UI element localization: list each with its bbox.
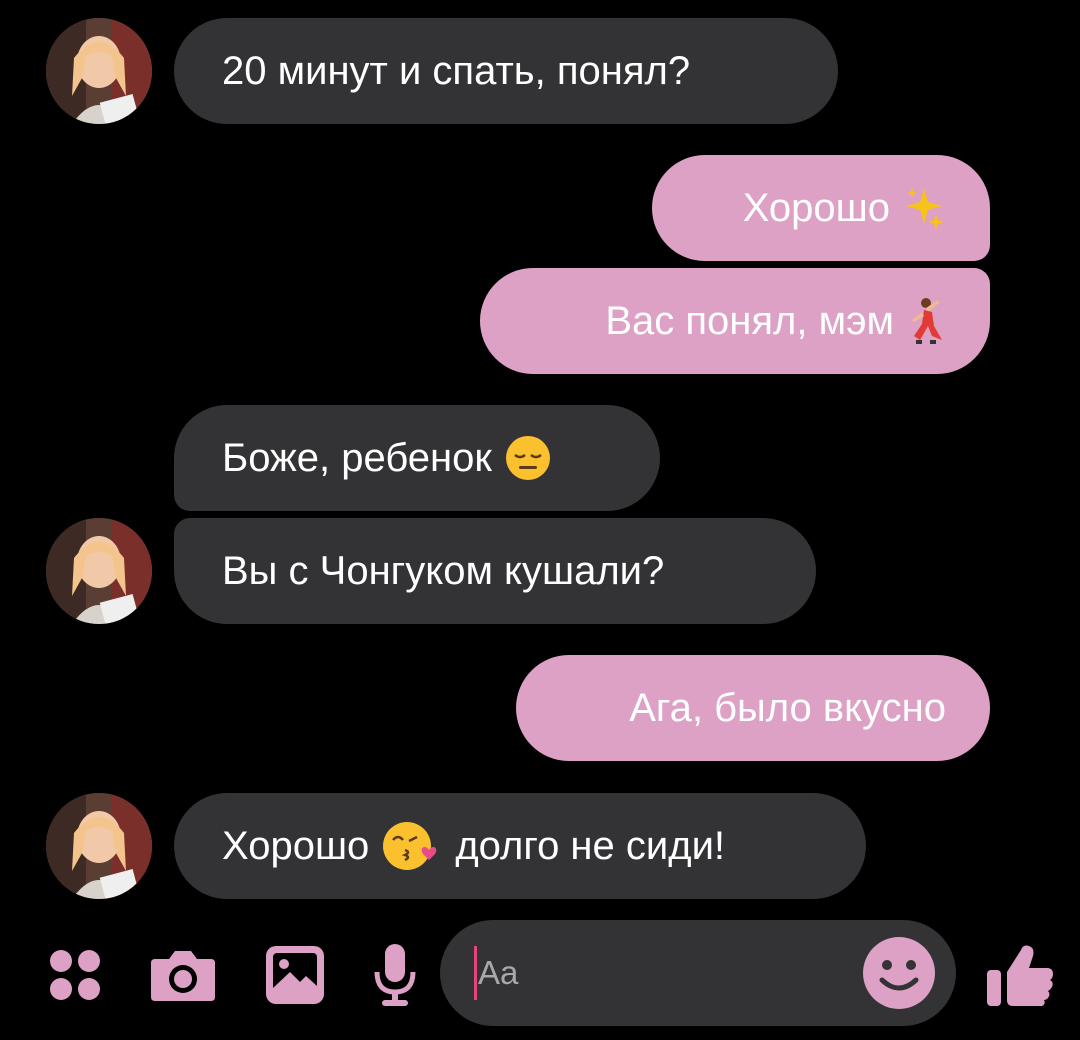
message-text: Вас понял, мэм [605,298,894,343]
message-bubble-incoming[interactable]: Боже, ребенок [174,405,660,511]
message-text: Боже, ребенок [222,435,492,480]
message-bubble-outgoing[interactable]: Ага, было вкусно [516,655,990,761]
message-bubble-incoming[interactable]: 20 минут и спать, понял? [174,18,838,124]
expressionless-face-icon [504,434,552,482]
camera-button[interactable] [148,940,218,1010]
message-text: 20 минут и спать, понял? [222,48,691,93]
avatar-photo [46,793,152,899]
contact-avatar[interactable] [46,793,152,899]
contact-avatar[interactable] [46,518,152,624]
message-input-placeholder: Aa [478,954,519,991]
message-text: Хорошо [742,185,890,230]
gallery-icon [266,946,324,1004]
message-bubble-incoming[interactable]: Хорошо долго не сиди! [174,793,866,899]
emoji-icon [863,937,935,1009]
dancer-icon [906,296,946,346]
microphone-icon [374,944,416,1006]
message-text: долго не сиди! [455,823,726,868]
avatar-photo [46,18,152,124]
gallery-button[interactable] [262,940,328,1010]
camera-icon [151,951,215,1001]
text-caret [474,946,477,1000]
like-button[interactable] [982,940,1058,1010]
sparkles-icon [902,186,946,230]
contact-avatar[interactable] [46,18,152,124]
like-icon [987,945,1053,1006]
message-text: Вы с Чонгуком кушали? [222,548,665,593]
message-bubble-incoming[interactable]: Вы с Чонгуком кушали? [174,518,816,624]
message-bubble-outgoing[interactable]: Хорошо [652,155,990,261]
kissing-heart-face-icon [381,820,443,872]
message-text: Хорошо [222,823,370,868]
message-input[interactable]: Aa [440,920,956,1026]
apps-icon [50,950,100,1000]
apps-button[interactable] [44,940,106,1010]
emoji-button[interactable] [860,934,938,1012]
message-bubble-outgoing[interactable]: Вас понял, мэм [480,268,990,374]
avatar-photo [46,518,152,624]
message-text: Ага, было вкусно [629,685,946,730]
microphone-button[interactable] [370,940,420,1010]
